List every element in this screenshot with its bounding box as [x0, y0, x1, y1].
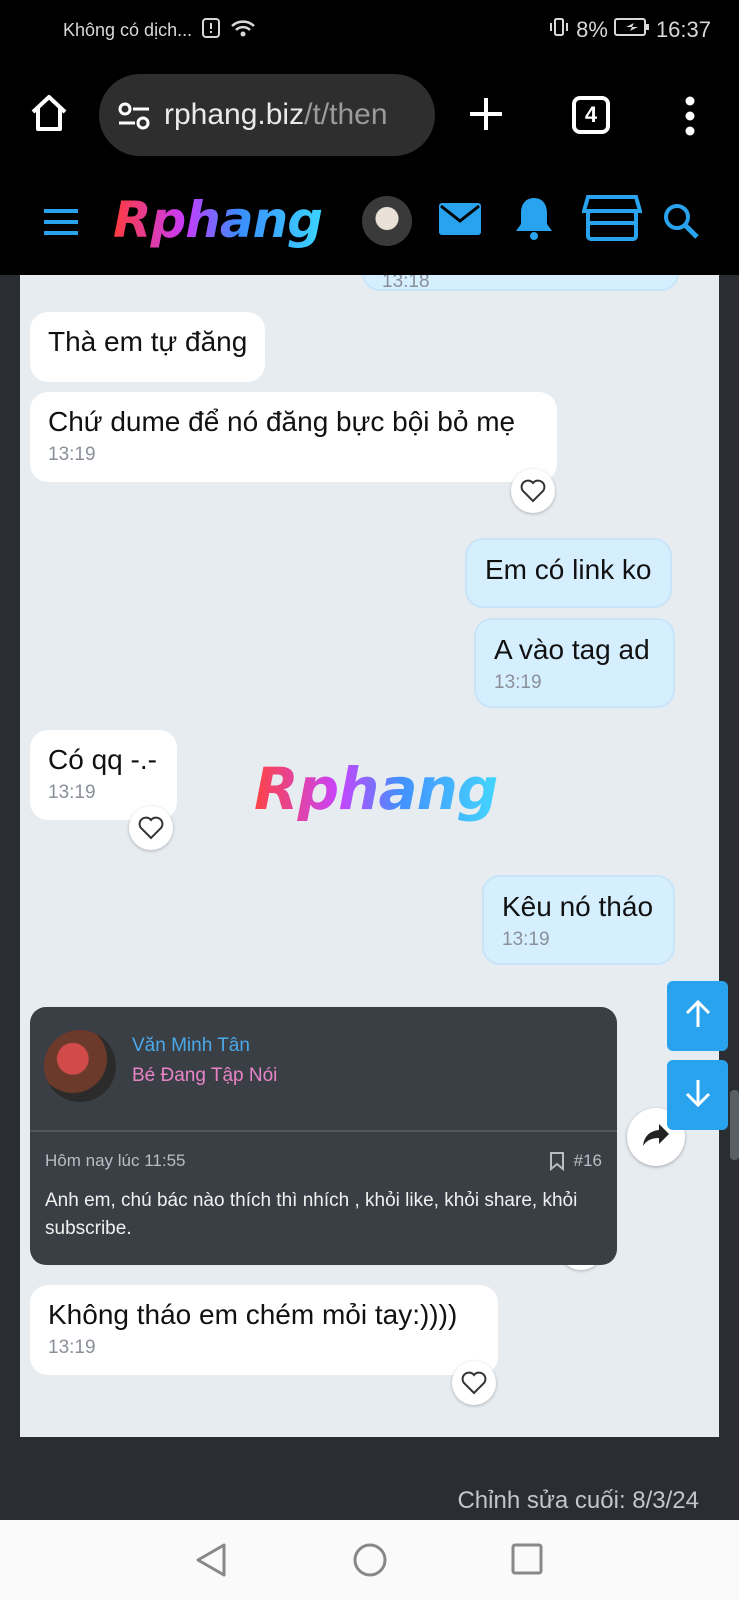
- author-title: Bé Đang Tập Nói: [132, 1065, 278, 1086]
- system-navigation-bar: [0, 1520, 739, 1600]
- watermark-logo: Rphang: [254, 755, 498, 823]
- last-edited-note: Chỉnh sửa cuối: 8/3/24: [457, 1487, 699, 1514]
- message-text: Kêu nó tháo: [502, 891, 654, 922]
- url-path: /t/then: [304, 98, 388, 131]
- home-nav-icon[interactable]: [352, 1542, 388, 1583]
- carrier-text: Không có dịch...: [63, 20, 193, 40]
- site-logo[interactable]: Rphang: [113, 191, 323, 249]
- new-tab-icon[interactable]: [468, 96, 504, 137]
- message-bubble-in: Chứ dume để nó đăng bực bội bỏ mẹ 13:19: [30, 392, 557, 482]
- message-time: 13:19: [48, 444, 96, 465]
- url-text: rphang.biz/t/then: [164, 98, 426, 132]
- battery-icon: [613, 17, 650, 43]
- browser-toolbar: rphang.biz/t/then 4: [0, 60, 739, 175]
- message-bubble-in: Không tháo em chém mỏi tay:)))) 13:19: [30, 1285, 498, 1375]
- bell-icon[interactable]: [514, 195, 554, 246]
- card-divider: [30, 1130, 617, 1132]
- message-text: Có qq -.-: [48, 744, 157, 775]
- mail-icon[interactable]: [438, 202, 482, 241]
- arrow-up-icon: [684, 999, 712, 1034]
- bookmark-icon[interactable]: [549, 1151, 565, 1176]
- heart-icon[interactable]: [511, 469, 555, 513]
- message-bubble-out: 13:18: [362, 275, 679, 292]
- scroll-up-button[interactable]: [667, 981, 728, 1051]
- alert-icon: [202, 18, 221, 43]
- message-time: 13:19: [48, 1337, 96, 1358]
- post-body: Anh em, chú bác nào thích thì nhích , kh…: [45, 1190, 578, 1239]
- message-text: A vào tag ad: [494, 634, 650, 665]
- clock: 16:37: [655, 17, 711, 42]
- message-time: 13:18: [382, 275, 430, 292]
- post-timestamp: Hôm nay lúc 11:55: [45, 1151, 186, 1170]
- wifi-icon: [230, 18, 256, 43]
- page-content: 13:18 Thà em tự đăng Chứ dume để nó đăng…: [0, 275, 739, 1520]
- arrow-down-icon: [684, 1078, 712, 1113]
- user-avatar[interactable]: [362, 196, 412, 246]
- message-text: Em có link ko: [485, 554, 652, 585]
- message-bubble-in: Thà em tự đăng: [30, 312, 266, 382]
- message-text: Chứ dume để nó đăng bực bội bỏ mẹ: [48, 406, 516, 437]
- back-icon[interactable]: [194, 1542, 228, 1583]
- message-time: 13:19: [502, 929, 550, 950]
- heart-icon[interactable]: [129, 806, 173, 850]
- search-icon[interactable]: [662, 202, 700, 245]
- home-icon[interactable]: [28, 92, 70, 139]
- vibrate-icon: [548, 16, 570, 44]
- author-avatar[interactable]: [44, 1030, 116, 1102]
- scroll-down-button[interactable]: [667, 1060, 728, 1130]
- author-name[interactable]: Văn Minh Tân: [132, 1035, 250, 1057]
- store-icon[interactable]: [581, 193, 643, 248]
- quoted-post-card[interactable]: Văn Minh Tân Bé Đang Tập Nói Hôm nay lúc…: [30, 1007, 617, 1265]
- message-text: Không tháo em chém mỏi tay:)))): [48, 1299, 458, 1330]
- post-number[interactable]: #16: [574, 1151, 602, 1171]
- hamburger-menu-icon[interactable]: [42, 207, 80, 242]
- recents-icon[interactable]: [511, 1543, 543, 1580]
- more-menu-icon[interactable]: [683, 96, 697, 141]
- tab-switcher-button[interactable]: 4: [572, 96, 610, 134]
- address-bar[interactable]: rphang.biz/t/then: [99, 74, 435, 156]
- message-time: 13:19: [48, 782, 96, 803]
- site-header: Rphang: [0, 175, 739, 275]
- message-bubble-out: Kêu nó tháo 13:19: [482, 875, 675, 965]
- message-bubble-out: A vào tag ad 13:19: [474, 618, 675, 708]
- tab-count: 4: [584, 102, 598, 127]
- status-bar: Không có dịch... 8% 16:37: [0, 0, 739, 60]
- battery-percent: 8%: [576, 17, 608, 42]
- heart-icon[interactable]: [452, 1361, 496, 1405]
- message-text: Thà em tự đăng: [48, 326, 248, 357]
- message-bubble-out: Em có link ko: [465, 538, 672, 608]
- url-host: rphang.biz: [164, 98, 305, 131]
- message-time: 13:19: [494, 672, 542, 693]
- site-settings-icon[interactable]: [117, 102, 151, 135]
- page-scrollbar[interactable]: [730, 1090, 739, 1160]
